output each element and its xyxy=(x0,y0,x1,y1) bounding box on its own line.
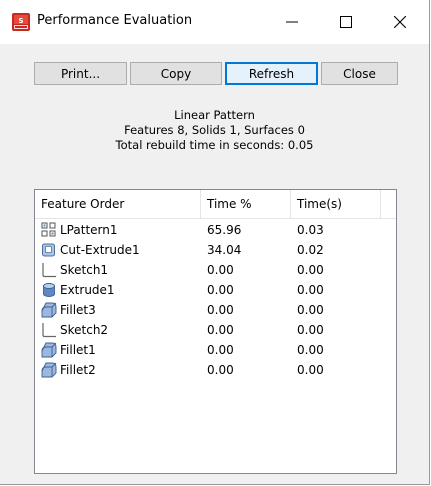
sketch-icon xyxy=(42,323,56,338)
table-row[interactable]: Fillet1 0.00 0.00 xyxy=(35,340,396,360)
svg-text:S: S xyxy=(18,17,23,25)
fillet-icon xyxy=(41,362,57,378)
time-percent-value: 0.00 xyxy=(207,303,234,317)
sketch-icon xyxy=(42,263,56,278)
feature-name: Sketch2 xyxy=(60,323,109,337)
maximize-button[interactable] xyxy=(323,0,369,44)
list-header: Feature Order Time % Time(s) xyxy=(35,190,396,219)
time-percent-value: 0.00 xyxy=(207,363,234,377)
extrude-icon xyxy=(43,283,55,297)
rebuild-time-text: Total rebuild time in seconds: 0.05 xyxy=(115,138,314,152)
feature-name: Fillet2 xyxy=(60,363,96,377)
minimize-button[interactable] xyxy=(269,0,315,44)
feature-name: Fillet3 xyxy=(60,303,96,317)
time-seconds-value: 0.00 xyxy=(297,283,324,297)
time-seconds-value: 0.00 xyxy=(297,323,324,337)
time-percent-value: 0.00 xyxy=(207,323,234,337)
time-percent-value: 34.04 xyxy=(207,243,242,257)
pattern-name-text: Linear Pattern xyxy=(174,108,255,122)
table-row[interactable]: Sketch2 0.00 0.00 xyxy=(35,320,396,340)
table-row[interactable]: Sketch1 0.00 0.00 xyxy=(35,260,396,280)
column-header-time-seconds[interactable]: Time(s) xyxy=(291,190,381,218)
time-percent-value: 65.96 xyxy=(207,223,242,237)
column-header-feature-order[interactable]: Feature Order xyxy=(35,190,201,218)
refresh-button[interactable]: Refresh xyxy=(225,62,318,85)
time-percent-value: 0.00 xyxy=(207,263,234,277)
cut-extrude-icon xyxy=(42,243,55,257)
linear-pattern-icon xyxy=(41,222,56,237)
close-window-button[interactable] xyxy=(377,0,423,44)
solidworks-app-icon: S xyxy=(12,13,30,31)
column-header-time-percent[interactable]: Time % xyxy=(201,190,291,218)
feature-name: Extrude1 xyxy=(60,283,115,297)
title-bar[interactable]: S Performance Evaluation xyxy=(0,0,429,44)
time-seconds-value: 0.00 xyxy=(297,363,324,377)
print-button[interactable]: Print... xyxy=(34,62,127,85)
fillet-icon xyxy=(41,302,57,318)
time-seconds-value: 0.00 xyxy=(297,263,324,277)
table-row[interactable]: Fillet2 0.00 0.00 xyxy=(35,360,396,380)
close-button[interactable]: Close xyxy=(321,62,398,85)
time-seconds-value: 0.02 xyxy=(297,243,324,257)
feature-counts-text: Features 8, Solids 1, Surfaces 0 xyxy=(124,123,305,137)
feature-name: Sketch1 xyxy=(60,263,109,277)
copy-button[interactable]: Copy xyxy=(130,62,222,85)
time-seconds-value: 0.00 xyxy=(297,303,324,317)
feature-performance-list[interactable]: Feature Order Time % Time(s) LPattern1 6… xyxy=(34,189,397,474)
minimize-icon xyxy=(286,21,298,23)
performance-evaluation-window: S Performance Evaluation Print... Copy R… xyxy=(0,0,430,485)
button-row: Print... Copy Refresh Close xyxy=(0,62,429,86)
maximize-icon xyxy=(340,16,352,28)
fillet-icon xyxy=(41,342,57,358)
time-percent-value: 0.00 xyxy=(207,283,234,297)
table-row[interactable]: Fillet3 0.00 0.00 xyxy=(35,300,396,320)
table-row[interactable]: LPattern1 65.96 0.03 xyxy=(35,220,396,240)
feature-name: LPattern1 xyxy=(60,223,118,237)
time-percent-value: 0.00 xyxy=(207,343,234,357)
table-row[interactable]: Cut-Extrude1 34.04 0.02 xyxy=(35,240,396,260)
close-icon xyxy=(394,16,406,28)
table-row[interactable]: Extrude1 0.00 0.00 xyxy=(35,280,396,300)
window-title: Performance Evaluation xyxy=(37,13,193,28)
feature-name: Cut-Extrude1 xyxy=(60,243,140,257)
time-seconds-value: 0.03 xyxy=(297,223,324,237)
feature-name: Fillet1 xyxy=(60,343,96,357)
time-seconds-value: 0.00 xyxy=(297,343,324,357)
